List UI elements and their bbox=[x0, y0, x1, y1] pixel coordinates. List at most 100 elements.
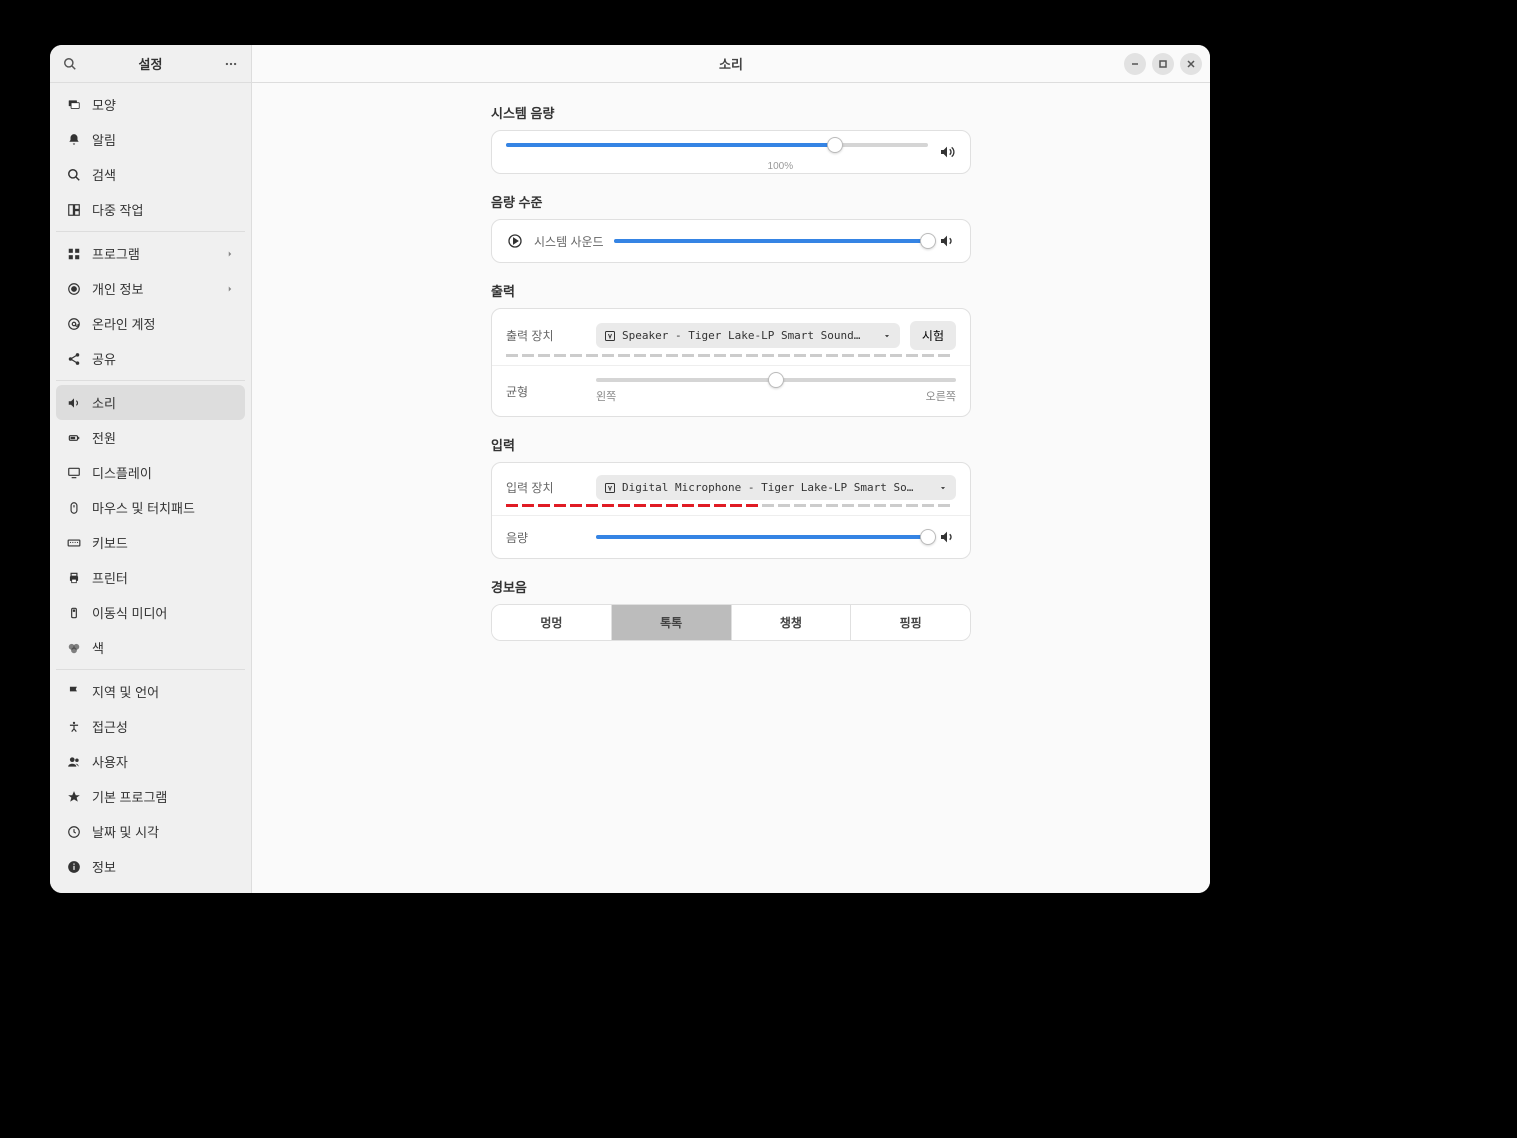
meter-segment bbox=[794, 354, 806, 357]
sidebar-item-users[interactable]: 사용자 bbox=[56, 744, 245, 779]
volume-high-icon[interactable] bbox=[938, 143, 956, 161]
sidebar-item-clock[interactable]: 날짜 및 시각 bbox=[56, 814, 245, 849]
sidebar: 설정 모양알림검색다중 작업프로그램개인 정보온라인 계정공유소리전원디스플레이… bbox=[50, 45, 252, 893]
meter-segment bbox=[714, 504, 726, 507]
input-device-dropdown[interactable]: Digital Microphone - Tiger Lake-LP Smart… bbox=[596, 475, 956, 500]
sidebar-item-label: 기본 프로그램 bbox=[92, 787, 167, 806]
sidebar-item-label: 사용자 bbox=[92, 752, 128, 771]
sidebar-item-label: 접근성 bbox=[92, 717, 128, 736]
meter-segment bbox=[874, 354, 886, 357]
input-volume-label: 음량 bbox=[506, 529, 586, 546]
sidebar-item-color[interactable]: 색 bbox=[56, 630, 245, 665]
meter-segment bbox=[906, 504, 918, 507]
sidebar-item-removable[interactable]: 이동식 미디어 bbox=[56, 595, 245, 630]
maximize-button[interactable] bbox=[1152, 53, 1174, 75]
system-volume-card: 100% bbox=[491, 130, 971, 174]
system-sound-icon bbox=[506, 232, 524, 250]
meter-segment bbox=[842, 504, 854, 507]
alert-sound-option[interactable]: 멍멍 bbox=[492, 605, 612, 640]
meter-segment bbox=[682, 504, 694, 507]
input-device-label: 입력 장치 bbox=[506, 479, 586, 496]
output-device-dropdown[interactable]: Speaker - Tiger Lake-LP Smart Sound… bbox=[596, 323, 900, 348]
section-title-output: 출력 bbox=[491, 281, 971, 300]
sidebar-item-bell[interactable]: 알림 bbox=[56, 122, 245, 157]
removable-icon bbox=[66, 605, 82, 621]
balance-slider[interactable]: 왼쪽 오른쪽 bbox=[596, 378, 956, 404]
settings-window: 설정 모양알림검색다중 작업프로그램개인 정보온라인 계정공유소리전원디스플레이… bbox=[50, 45, 1210, 893]
meter-segment bbox=[618, 354, 630, 357]
sidebar-item-printer[interactable]: 프린터 bbox=[56, 560, 245, 595]
output-device-value: Speaker - Tiger Lake-LP Smart Sound… bbox=[622, 329, 876, 342]
meter-segment bbox=[746, 504, 758, 507]
meter-segment bbox=[778, 504, 790, 507]
sidebar-item-label: 디스플레이 bbox=[92, 463, 152, 482]
alert-sound-selector: 멍멍톡톡챙챙핑핑 bbox=[491, 604, 971, 641]
sidebar-item-at[interactable]: 온라인 계정 bbox=[56, 306, 245, 341]
sidebar-item-star[interactable]: 기본 프로그램 bbox=[56, 779, 245, 814]
input-volume-slider[interactable] bbox=[596, 535, 928, 539]
alert-sound-option[interactable]: 핑핑 bbox=[851, 605, 970, 640]
input-level-meter bbox=[492, 504, 970, 516]
meter-segment bbox=[826, 354, 838, 357]
sidebar-item-apps[interactable]: 프로그램 bbox=[56, 236, 245, 271]
sidebar-item-display[interactable]: 디스플레이 bbox=[56, 455, 245, 490]
sidebar-item-search[interactable]: 검색 bbox=[56, 157, 245, 192]
meter-segment bbox=[522, 354, 534, 357]
page-title: 소리 bbox=[719, 54, 743, 73]
output-device-label: 출력 장치 bbox=[506, 327, 586, 344]
meter-segment bbox=[938, 354, 950, 357]
more-icon bbox=[224, 57, 238, 71]
meter-segment bbox=[890, 354, 902, 357]
color-icon bbox=[66, 640, 82, 656]
speaker-icon bbox=[66, 395, 82, 411]
meter-segment bbox=[538, 354, 550, 357]
output-test-button[interactable]: 시험 bbox=[910, 321, 956, 350]
sidebar-item-mouse[interactable]: 마우스 및 터치패드 bbox=[56, 490, 245, 525]
section-title-system-volume: 시스템 음량 bbox=[491, 103, 971, 122]
input-volume-row: 음량 bbox=[492, 516, 970, 558]
sidebar-item-multi[interactable]: 다중 작업 bbox=[56, 192, 245, 227]
volume-high-icon[interactable] bbox=[938, 232, 956, 250]
apps-icon bbox=[66, 246, 82, 262]
alert-sound-option[interactable]: 톡톡 bbox=[612, 605, 732, 640]
sidebar-list: 모양알림검색다중 작업프로그램개인 정보온라인 계정공유소리전원디스플레이마우스… bbox=[50, 83, 251, 893]
meter-segment bbox=[602, 354, 614, 357]
sidebar-item-power[interactable]: 전원 bbox=[56, 420, 245, 455]
minimize-button[interactable] bbox=[1124, 53, 1146, 75]
power-icon bbox=[66, 430, 82, 446]
input-device-value: Digital Microphone - Tiger Lake-LP Smart… bbox=[622, 481, 932, 494]
sidebar-search-button[interactable] bbox=[58, 52, 82, 76]
sidebar-item-share[interactable]: 공유 bbox=[56, 341, 245, 376]
sidebar-item-label: 알림 bbox=[92, 130, 116, 149]
meter-segment bbox=[698, 354, 710, 357]
minimize-icon bbox=[1130, 59, 1140, 69]
meter-segment bbox=[810, 354, 822, 357]
sidebar-item-info[interactable]: 정보 bbox=[56, 849, 245, 884]
sidebar-item-privacy[interactable]: 개인 정보 bbox=[56, 271, 245, 306]
meter-segment bbox=[602, 504, 614, 507]
sidebar-item-appearance[interactable]: 모양 bbox=[56, 87, 245, 122]
system-sound-slider[interactable] bbox=[614, 239, 928, 243]
mouse-icon bbox=[66, 500, 82, 516]
sidebar-item-flag[interactable]: 지역 및 언어 bbox=[56, 674, 245, 709]
meter-segment bbox=[842, 354, 854, 357]
section-title-volume-levels: 음량 수준 bbox=[491, 192, 971, 211]
sidebar-menu-button[interactable] bbox=[219, 52, 243, 76]
sidebar-item-accessibility[interactable]: 접근성 bbox=[56, 709, 245, 744]
sidebar-item-label: 마우스 및 터치패드 bbox=[92, 498, 195, 517]
sidebar-item-speaker[interactable]: 소리 bbox=[56, 385, 245, 420]
alert-sound-option[interactable]: 챙챙 bbox=[732, 605, 852, 640]
volume-high-icon[interactable] bbox=[938, 528, 956, 546]
main-header: 소리 bbox=[252, 45, 1210, 83]
keyboard-icon bbox=[66, 535, 82, 551]
close-button[interactable] bbox=[1180, 53, 1202, 75]
at-icon bbox=[66, 316, 82, 332]
meter-segment bbox=[586, 354, 598, 357]
system-volume-slider[interactable]: 100% bbox=[506, 143, 928, 161]
meter-segment bbox=[794, 504, 806, 507]
sidebar-item-keyboard[interactable]: 키보드 bbox=[56, 525, 245, 560]
meter-segment bbox=[634, 354, 646, 357]
meter-segment bbox=[890, 504, 902, 507]
volume-levels-card: 시스템 사운드 bbox=[491, 219, 971, 263]
meter-segment bbox=[826, 504, 838, 507]
